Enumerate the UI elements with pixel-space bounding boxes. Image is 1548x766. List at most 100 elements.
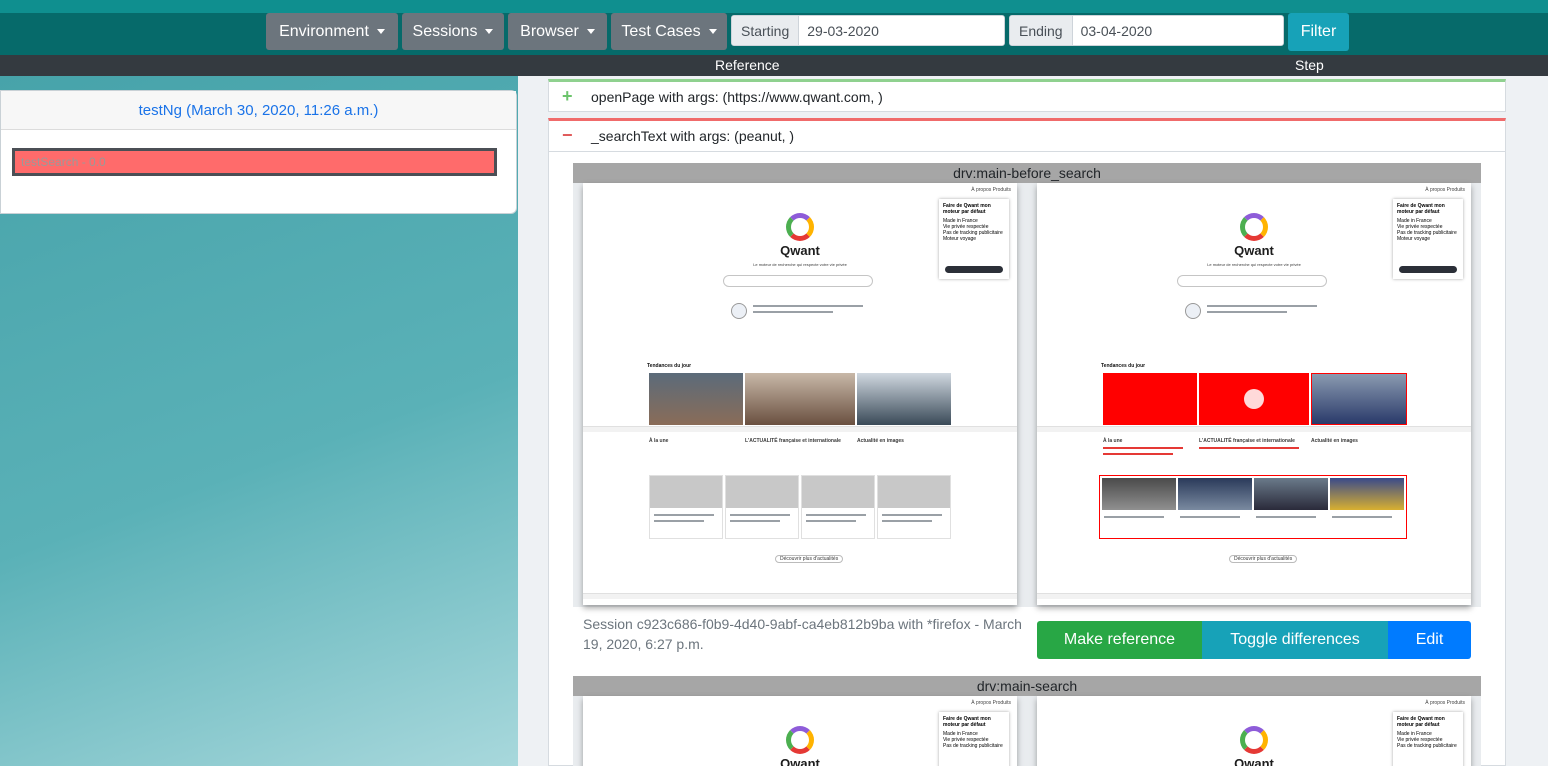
text-line [1207,311,1287,313]
capture-panel: À propos Produits Faire de Qwant mon mot… [573,183,1481,607]
section-label: Actualité en images [1311,438,1358,444]
news-card [801,475,875,539]
popup-button [945,266,1003,273]
popup-title: Faire de Qwant mon moteur par défaut [1397,716,1445,728]
section-label: Actualité en images [857,438,904,444]
filter-button[interactable]: Filter [1288,13,1349,51]
news-thumbnail-icon [731,303,747,319]
tagline: Le moteur de recherche qui respecte votr… [753,262,847,267]
screenshot-popup: Faire de Qwant mon moteur par défaut Mad… [1393,199,1463,279]
test-cases-dropdown-label: Test Cases [621,22,701,40]
environment-dropdown-label: Environment [279,22,369,40]
browser-dropdown-label: Browser [520,22,579,40]
more-news-button: Découvrir plus d'actualités [1229,555,1298,563]
diff-region [1099,475,1407,539]
make-reference-button[interactable]: Make reference [1037,621,1202,659]
ending-label: Ending [1010,16,1073,45]
trend-image [857,373,951,425]
step-row-open-page[interactable]: + openPage with args: (https://www.qwant… [548,79,1506,112]
sessions-dropdown[interactable]: Sessions [402,13,504,50]
filter-navbar: Environment Sessions Browser Test Cases … [0,13,1548,55]
diff-region [1311,373,1407,425]
reference-screenshot[interactable]: À propos Produits Faire de Qwant mon mot… [583,696,1017,766]
news-item [731,303,881,321]
toggle-differences-button[interactable]: Toggle differences [1202,621,1388,659]
browser-dropdown[interactable]: Browser [508,13,607,50]
reference-screenshot[interactable]: À propos Produits Faire de Qwant mon mot… [583,183,1017,605]
step-column-header: Step [1295,57,1324,73]
trends-heading: Tendances du jour [1101,363,1146,369]
sessions-dropdown-label: Sessions [412,22,478,40]
caret-down-icon [485,29,494,34]
more-news-button: Découvrir plus d'actualités [775,555,844,563]
caret-down-icon [376,29,385,34]
test-result-bar[interactable]: testSearch - 0.0 [12,148,497,176]
ending-date-input[interactable] [1072,16,1283,45]
popup-title: Faire de Qwant mon moteur par défaut [943,716,991,728]
step-label: _searchText with args: (peanut, ) [591,128,795,144]
news-card [877,475,951,539]
popup-item: Moteur voyage [943,236,977,242]
popup-item: Pas de tracking publicitaire [943,743,1003,749]
news-thumbnail-icon [1185,303,1201,319]
diff-text [1199,447,1299,449]
screenshot-search-box [1177,275,1327,287]
caret-down-icon [708,29,717,34]
compared-screenshot[interactable]: À propos Produits Faire de Qwant mon mot… [1037,183,1471,605]
qwant-logo-icon [786,726,814,754]
step-label: openPage with args: (https://www.qwant.c… [591,89,883,105]
caret-down-icon [586,29,595,34]
popup-button [1399,266,1457,273]
news-card [649,475,723,539]
screenshot-footer [1037,426,1471,432]
top-accent-strip [0,0,1548,13]
qwant-logo-icon [1240,726,1268,754]
screenshot-topbar: À propos Produits [971,700,1011,706]
section-label: À la une [649,438,669,444]
screenshot-topbar: À propos Produits [1425,187,1465,193]
collapse-minus-icon[interactable]: − [562,125,573,146]
environment-dropdown[interactable]: Environment [266,13,398,50]
tagline: Le moteur de recherche qui respecte votr… [1207,262,1301,267]
step-row-search-text[interactable]: − _searchText with args: (peanut, ) [548,118,1506,152]
popup-title: Faire de Qwant mon moteur par défaut [1397,203,1445,215]
screenshot-footer [1037,593,1471,599]
test-session-card: testNg (March 30, 2020, 11:26 a.m.) test… [0,90,517,214]
diff-text [1103,453,1173,455]
starting-label: Starting [732,16,800,45]
test-cases-dropdown[interactable]: Test Cases [611,13,727,50]
session-info: Session c923c686-f0b9-4d40-9abf-ca4eb812… [583,616,1022,652]
screenshot-footer [583,426,1017,432]
column-header-bar: Reference Step [0,55,1548,76]
popup-item: Pas de tracking publicitaire [1397,743,1457,749]
ending-date-group: Ending [1009,15,1284,46]
reference-column-header: Reference [715,57,780,73]
popup-title: Faire de Qwant mon moteur par défaut [943,203,991,215]
qwant-wordmark: Qwant [1234,756,1274,766]
play-icon [1244,389,1264,409]
news-item [1185,303,1335,321]
starting-date-group: Starting [731,15,1005,46]
diff-text [1103,447,1183,449]
section-label: L'ACTUALITÉ française et internationale [1199,438,1295,444]
expand-plus-icon[interactable]: + [562,86,573,107]
diff-region [1199,373,1309,425]
test-session-title[interactable]: testNg (March 30, 2020, 11:26 a.m.) [1,91,516,130]
capture-panel: À propos Produits Faire de Qwant mon mot… [573,696,1481,766]
trends-heading: Tendances du jour [647,363,692,369]
capture-header: drv:main-before_search [573,163,1481,183]
qwant-logo-icon [1240,213,1268,241]
text-line [1207,305,1317,307]
qwant-logo-icon [786,213,814,241]
trend-image [745,373,855,425]
compared-screenshot[interactable]: À propos Produits Faire de Qwant mon mot… [1037,696,1471,766]
news-card [725,475,799,539]
section-label: L'ACTUALITÉ française et internationale [745,438,841,444]
edit-button[interactable]: Edit [1388,621,1471,659]
screenshot-topbar: À propos Produits [1425,700,1465,706]
starting-date-input[interactable] [799,16,1004,45]
qwant-wordmark: Qwant [780,756,820,766]
qwant-wordmark: Qwant [1234,243,1274,258]
popup-item: Moteur voyage [1397,236,1431,242]
screenshot-footer [583,593,1017,599]
